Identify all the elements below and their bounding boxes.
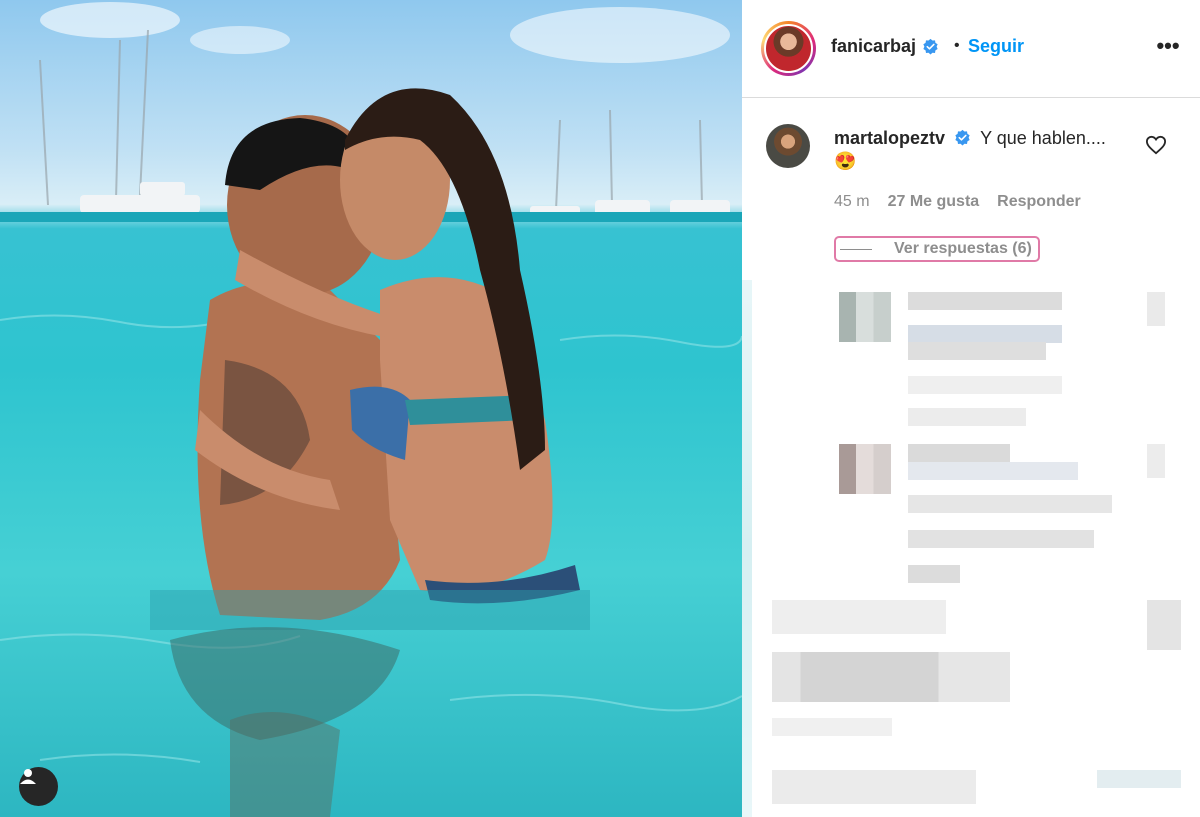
separator-dot: •: [954, 37, 960, 54]
verified-badge-icon: [923, 38, 938, 55]
comment-time[interactable]: 45 m: [834, 193, 870, 211]
reply-text-block: [908, 376, 1062, 394]
reply-text-block: [908, 462, 1078, 480]
reply-text-block: [908, 342, 1046, 360]
reply-text-block: [908, 495, 1112, 513]
replies-line: [840, 248, 872, 250]
post-header: fanicarbaj • Seguir •••: [742, 0, 1200, 98]
more-options-icon[interactable]: •••: [1154, 35, 1182, 61]
commenter-avatar[interactable]: [766, 124, 810, 168]
view-replies-button[interactable]: Ver respuestas (6): [834, 236, 1040, 262]
reply-text-block: [908, 530, 1094, 548]
reply-text-block: [908, 325, 1062, 343]
author-username[interactable]: fanicarbaj: [831, 36, 916, 57]
comment-text: Y que hablen....: [980, 128, 1106, 148]
reply-avatar: [839, 444, 891, 494]
follow-button[interactable]: Seguir: [968, 36, 1024, 57]
verified-badge-icon: [955, 129, 970, 146]
reply-text-block: [772, 770, 976, 804]
comment-likes[interactable]: 27 Me gusta: [888, 193, 980, 211]
reply-button[interactable]: Responder: [997, 193, 1081, 211]
beach-couple-image: [0, 2, 742, 817]
reply-avatar: [839, 292, 891, 342]
reply-text-block: [772, 718, 892, 736]
post-photo[interactable]: [0, 0, 742, 817]
reply-text-block: [772, 652, 1010, 702]
comment-meta: 45 m 27 Me gusta Responder: [834, 193, 1081, 211]
reply-heart-block: [1147, 444, 1165, 478]
user-tag-icon[interactable]: [19, 767, 58, 806]
reply-heart-block: [1147, 292, 1165, 326]
author-avatar[interactable]: [761, 21, 816, 76]
reply-heart-block: [1147, 600, 1181, 650]
commenter-username[interactable]: martalopeztv: [834, 128, 945, 148]
comment-body: martalopeztv Y que hablen....: [834, 127, 1134, 149]
reply-text-block: [908, 444, 1010, 462]
reply-text-block: [908, 292, 1062, 310]
reply-text-block: [1097, 770, 1181, 788]
post-side-panel: fanicarbaj • Seguir ••• martalopeztv Y q…: [742, 0, 1200, 817]
author-username-row[interactable]: fanicarbaj: [831, 36, 939, 57]
reply-text-block: [908, 565, 960, 583]
reply-text-block: [908, 408, 1026, 426]
heart-outline-icon[interactable]: [1145, 135, 1167, 155]
comment-emoji: 😍: [834, 151, 857, 171]
pixelated-replies: [742, 280, 1200, 817]
reply-text-block: [772, 600, 946, 634]
view-replies-label: Ver respuestas (6): [894, 240, 1032, 257]
